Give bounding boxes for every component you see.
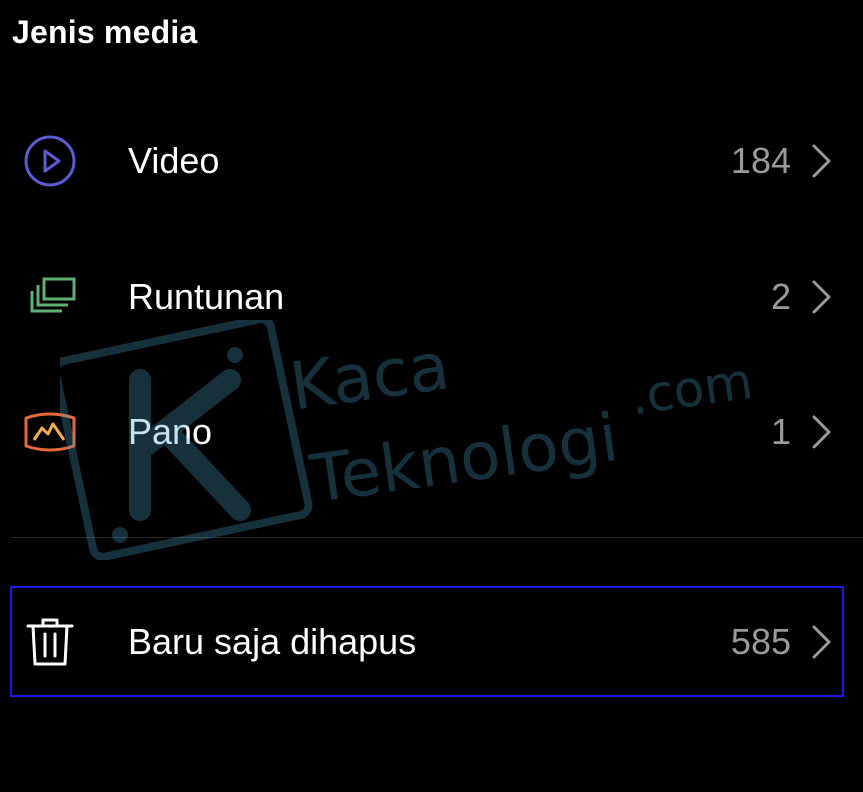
item-count: 1 [770,411,791,452]
chevron-right-icon [811,279,833,315]
play-circle-icon [20,131,80,191]
item-count: 2 [770,276,791,317]
list-item-burst[interactable]: Runtunan 2 [0,242,863,352]
item-label: Baru saja dihapus [128,621,417,662]
list-item-panorama[interactable]: Pano 1 [0,377,863,487]
divider [12,537,863,538]
chevron-right-icon [811,143,833,179]
list-item-recently-deleted[interactable]: Baru saja dihapus 585 [0,587,863,697]
item-label: Runtunan [128,276,285,317]
panorama-mountain-icon [20,402,80,462]
chevron-right-icon [811,414,833,450]
item-label: Video [128,140,220,181]
chevron-right-icon [811,624,833,660]
trash-icon [20,612,80,672]
list-item-video[interactable]: Video 184 [0,106,863,216]
item-count: 184 [730,140,791,181]
item-count: 585 [730,621,791,662]
stacked-frames-icon [20,267,80,327]
section-title: Jenis media [12,14,198,50]
item-label: Pano [128,411,213,452]
